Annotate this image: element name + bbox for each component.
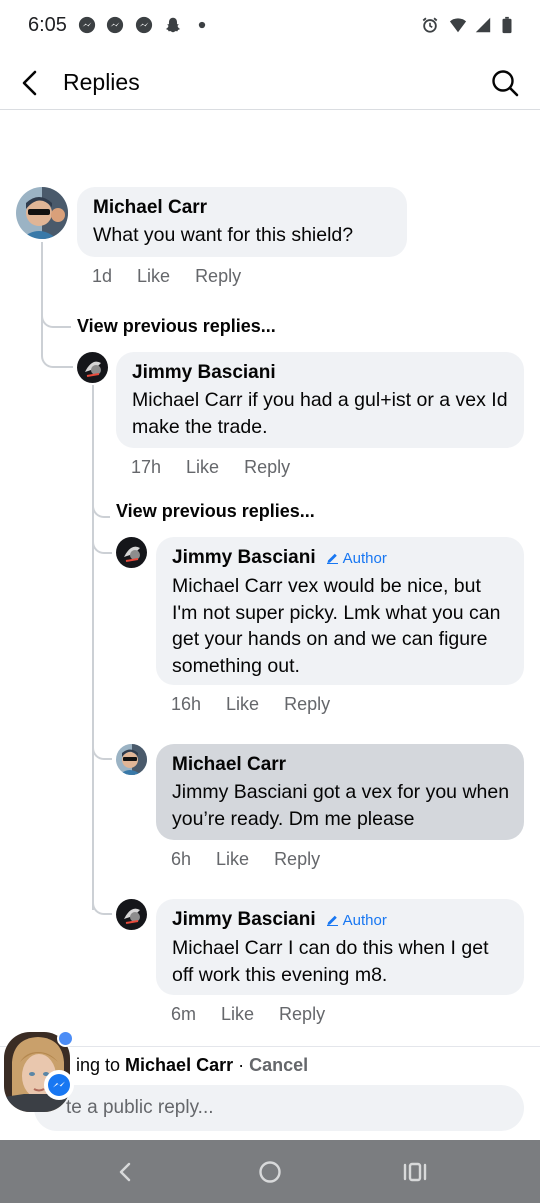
comment-actions: 6m Like Reply bbox=[171, 1004, 350, 1025]
nav-back-icon[interactable] bbox=[110, 1157, 140, 1187]
messenger-icon bbox=[106, 16, 124, 34]
comment-author[interactable]: Jimmy Basciani bbox=[172, 547, 316, 568]
comment-text: Michael Carr I can do this when I get of… bbox=[172, 937, 489, 986]
author-badge: Author bbox=[326, 912, 387, 929]
avatar[interactable] bbox=[16, 187, 68, 239]
comment-actions: 6h Like Reply bbox=[171, 849, 345, 870]
avatar[interactable] bbox=[116, 744, 147, 775]
comment-bubble[interactable]: Michael Carr Jimmy Basciani got a vex fo… bbox=[156, 744, 524, 840]
reply-input[interactable] bbox=[34, 1085, 524, 1131]
search-icon[interactable] bbox=[490, 68, 520, 98]
comment-text: Michael Carr vex would be nice, but I'm … bbox=[172, 575, 501, 677]
comment-time: 6m bbox=[171, 1004, 197, 1024]
replying-to-bar: ing to Michael Carr · Cancel bbox=[76, 1055, 308, 1076]
pencil-icon bbox=[326, 551, 339, 564]
reply-button[interactable]: Reply bbox=[284, 694, 330, 714]
online-indicator bbox=[57, 1030, 74, 1047]
pencil-icon bbox=[326, 913, 339, 926]
reply-button[interactable]: Reply bbox=[195, 266, 241, 286]
avatar[interactable] bbox=[116, 537, 147, 568]
comment-time: 17h bbox=[131, 457, 162, 477]
separator: · bbox=[233, 1055, 250, 1075]
comment-author[interactable]: Jimmy Basciani bbox=[132, 361, 510, 385]
comment-bubble[interactable]: Jimmy Basciani Author Michael Carr vex wo… bbox=[156, 537, 524, 685]
like-button[interactable]: Like bbox=[221, 1004, 254, 1024]
comment-actions: 17h Like Reply bbox=[131, 457, 315, 478]
chat-head[interactable] bbox=[4, 1030, 74, 1114]
app-header: Replies bbox=[0, 56, 540, 110]
messenger-icon bbox=[135, 16, 153, 34]
comment-author-line: Jimmy Basciani Author bbox=[172, 546, 510, 571]
comment-author[interactable]: Jimmy Basciani bbox=[172, 909, 316, 930]
avatar[interactable] bbox=[116, 899, 147, 930]
messenger-icon bbox=[78, 16, 96, 34]
thread-line bbox=[92, 510, 94, 910]
comment-author[interactable]: Michael Carr bbox=[172, 753, 510, 777]
signal-icon bbox=[474, 16, 492, 34]
thread-connector bbox=[41, 330, 73, 368]
messenger-icon bbox=[44, 1070, 74, 1100]
cancel-reply-button[interactable]: Cancel bbox=[249, 1055, 308, 1075]
view-previous-replies[interactable]: View previous replies... bbox=[77, 316, 276, 337]
author-badge: Author bbox=[326, 550, 387, 567]
comment-text: Michael Carr if you had a gul+ist or a v… bbox=[132, 389, 508, 438]
thread-connector bbox=[92, 480, 110, 518]
status-bar: 6:05 bbox=[0, 0, 540, 52]
comment-time: 16h bbox=[171, 694, 202, 714]
thread-connector bbox=[92, 528, 112, 554]
comment-actions: 16h Like Reply bbox=[171, 694, 355, 715]
comment-bubble[interactable]: Jimmy Basciani Michael Carr if you had a… bbox=[116, 352, 524, 448]
alarm-icon bbox=[421, 16, 439, 34]
comment-text: Jimmy Basciani got a vex for you when yo… bbox=[172, 781, 510, 830]
dot-icon bbox=[193, 16, 211, 34]
like-button[interactable]: Like bbox=[216, 849, 249, 869]
comment-actions: 1d Like Reply bbox=[92, 266, 266, 287]
status-time: 6:05 bbox=[28, 14, 67, 36]
like-button[interactable]: Like bbox=[186, 457, 219, 477]
author-badge-label: Author bbox=[342, 550, 387, 567]
comment-time: 1d bbox=[92, 266, 113, 286]
reply-button[interactable]: Reply bbox=[244, 457, 290, 477]
author-badge-label: Author bbox=[342, 912, 387, 929]
reply-button[interactable]: Reply bbox=[274, 849, 320, 869]
replying-to-name: Michael Carr bbox=[125, 1055, 234, 1075]
avatar[interactable] bbox=[77, 352, 108, 383]
system-nav-bar bbox=[0, 1140, 540, 1203]
like-button[interactable]: Like bbox=[137, 266, 170, 286]
thread-connector bbox=[41, 300, 71, 328]
comment-bubble[interactable]: Michael Carr What you want for this shie… bbox=[77, 187, 407, 257]
snapchat-icon bbox=[164, 16, 182, 34]
comment-author-line: Jimmy Basciani Author bbox=[172, 908, 510, 933]
comment-time: 6h bbox=[171, 849, 192, 869]
battery-icon bbox=[498, 16, 516, 34]
view-previous-replies[interactable]: View previous replies... bbox=[116, 501, 315, 522]
page-title: Replies bbox=[63, 69, 140, 95]
like-button[interactable]: Like bbox=[226, 694, 259, 714]
back-arrow-icon[interactable] bbox=[14, 66, 48, 100]
reply-button[interactable]: Reply bbox=[279, 1004, 325, 1024]
nav-recents-icon[interactable] bbox=[400, 1157, 430, 1187]
nav-home-icon[interactable] bbox=[255, 1157, 285, 1187]
comment-text: What you want for this shield? bbox=[93, 224, 354, 246]
replying-to-label: ing to bbox=[76, 1055, 126, 1075]
thread-connector bbox=[92, 889, 112, 915]
reply-composer: ing to Michael Carr · Cancel bbox=[0, 1046, 540, 1140]
comment-author[interactable]: Michael Carr bbox=[93, 196, 393, 220]
wifi-icon bbox=[449, 16, 467, 34]
thread-connector bbox=[92, 734, 112, 760]
comment-bubble[interactable]: Jimmy Basciani Author Michael Carr I can … bbox=[156, 899, 524, 995]
